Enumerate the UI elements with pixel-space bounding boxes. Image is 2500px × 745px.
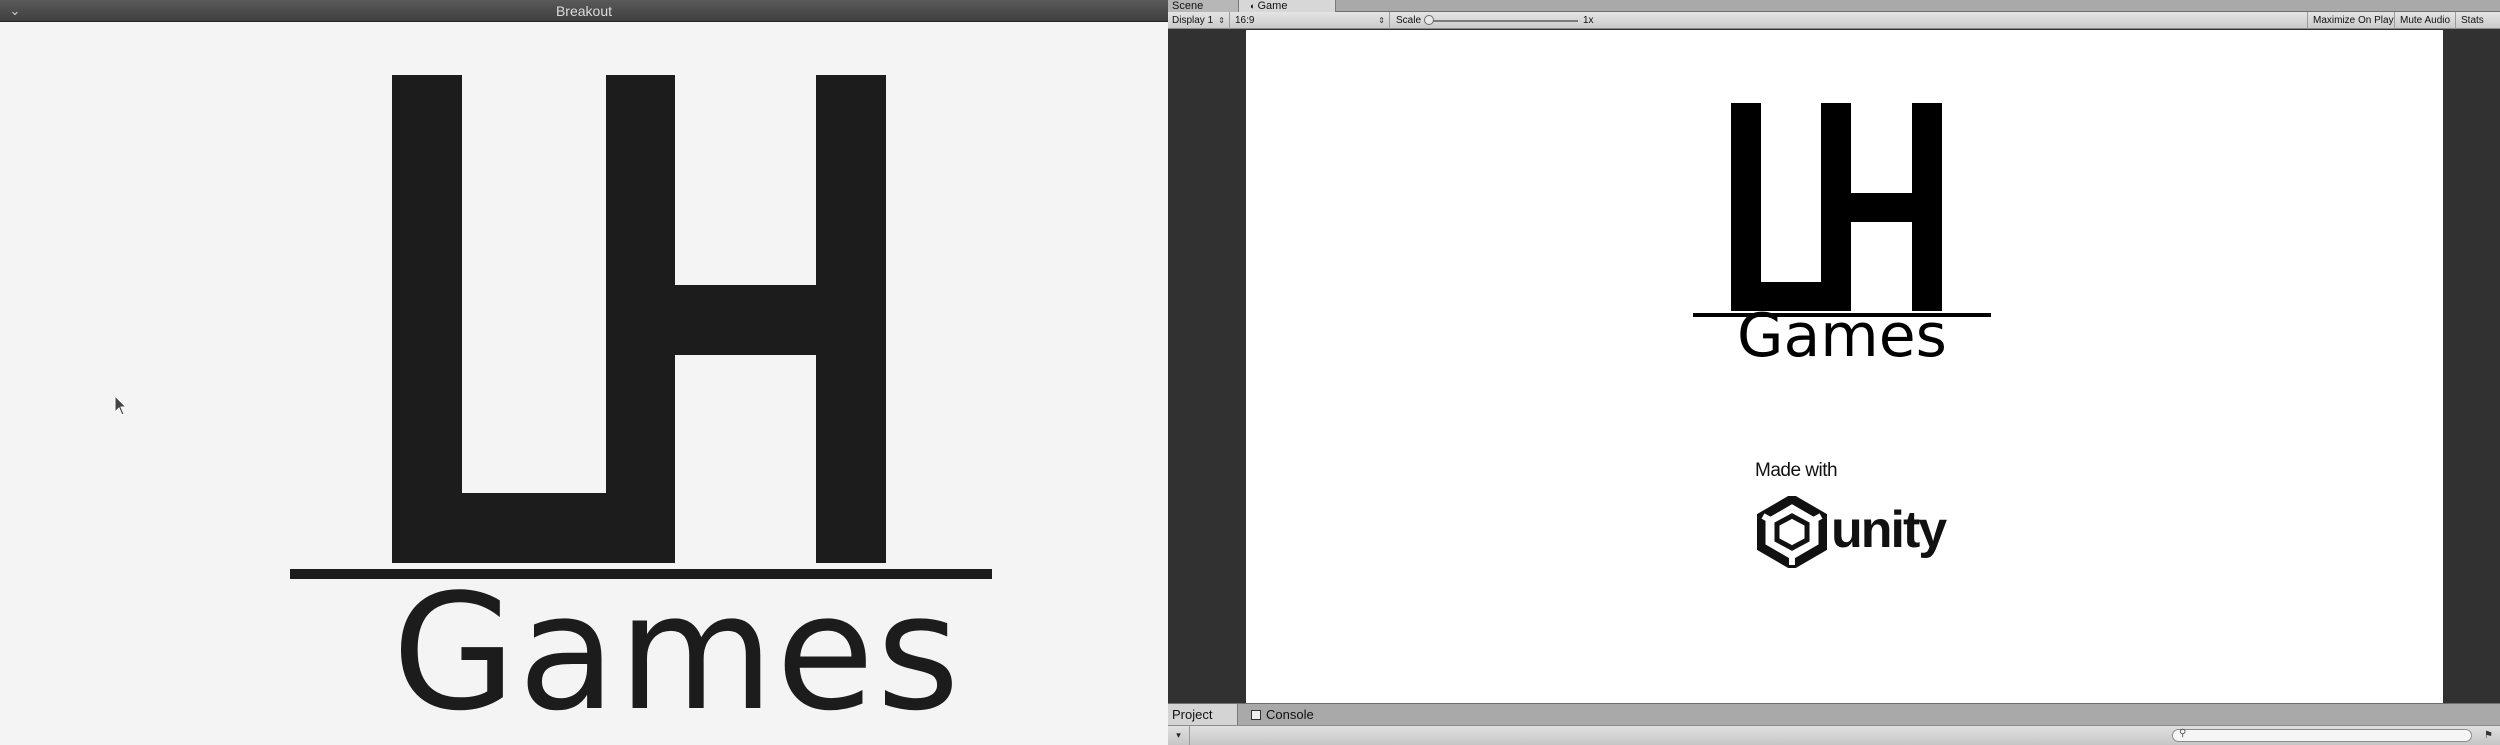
window-titlebar[interactable]: ⌄ Breakout [0,0,1168,22]
dropdown-arrow-icon: ⇕ [1378,16,1385,25]
logo-h-right-stem [816,75,886,563]
editor-tab-bar: Scene ◖ Game [1168,0,2500,12]
tab-scene[interactable]: Scene [1168,0,1238,12]
tab-project[interactable]: Project [1168,704,1238,726]
logo-u-left-stem [1731,103,1761,311]
bottom-tab-bar: Project Console [1168,703,2500,726]
tab-game[interactable]: ◖ Game [1238,0,1336,12]
unity-wordmark: unity [1831,501,1947,559]
breakout-window: ⌄ Breakout Games [0,0,1168,745]
aspect-dropdown[interactable]: 16:9 ⇕ [1231,12,1390,29]
made-with-text: Made with [1755,460,1838,481]
stats-button[interactable]: Stats [2455,12,2489,29]
project-search-input[interactable]: ⚲ [2172,728,2472,742]
mute-audio-button[interactable]: Mute Audio [2394,12,2455,29]
filter-icon[interactable]: ⚑ [2484,730,2493,741]
logo-games-text: Games [1737,301,1947,371]
scale-slider-handle[interactable] [1424,15,1434,25]
tab-game-label: Game [1257,0,1288,12]
aspect-dropdown-value: 16:9 [1235,15,1255,26]
game-view: Games Made with unity [1168,30,2500,703]
tab-project-label: Project [1172,707,1213,722]
create-dropdown[interactable]: ▾ [1168,726,1190,745]
console-icon [1251,710,1261,720]
scale-label: Scale [1396,15,1422,26]
scale-value: 1x [1583,15,1594,26]
unity-cube-icon [1757,496,1827,568]
tab-scene-label: Scene [1172,0,1204,12]
project-toolbar: ▾ ⚲ ⚑ [1168,725,2500,745]
display-dropdown[interactable]: Display 1 ⇕ [1168,12,1230,29]
maximize-on-play-button[interactable]: Maximize On Play [2307,12,2399,29]
unity-editor: Scene ◖ Game Display 1 ⇕ 16:9 ⇕ Scale 1x… [1168,0,2500,745]
display-dropdown-value: Display 1 [1172,15,1214,26]
game-view-toolbar: Display 1 ⇕ 16:9 ⇕ Scale 1x Maximize On … [1168,12,2500,29]
game-render-area[interactable]: Games [0,23,1168,745]
chevron-down-icon[interactable]: ⌄ [6,0,24,22]
game-canvas[interactable]: Games Made with unity [1246,30,2443,703]
dropdown-arrow-icon: ⇕ [1218,16,1225,25]
mouse-cursor-icon [114,395,128,416]
search-icon: ⚲ [2179,728,2187,739]
window-title: Breakout [555,3,613,19]
tab-console[interactable]: Console [1246,704,1356,726]
tab-console-label: Console [1266,707,1314,722]
logo-u-left-stem [392,75,462,563]
pacman-icon: ◖ [1249,1,1255,11]
scale-slider-track[interactable] [1428,20,1578,22]
logo-games-text: Games [392,559,962,745]
logo-h-right-stem [1912,103,1942,311]
